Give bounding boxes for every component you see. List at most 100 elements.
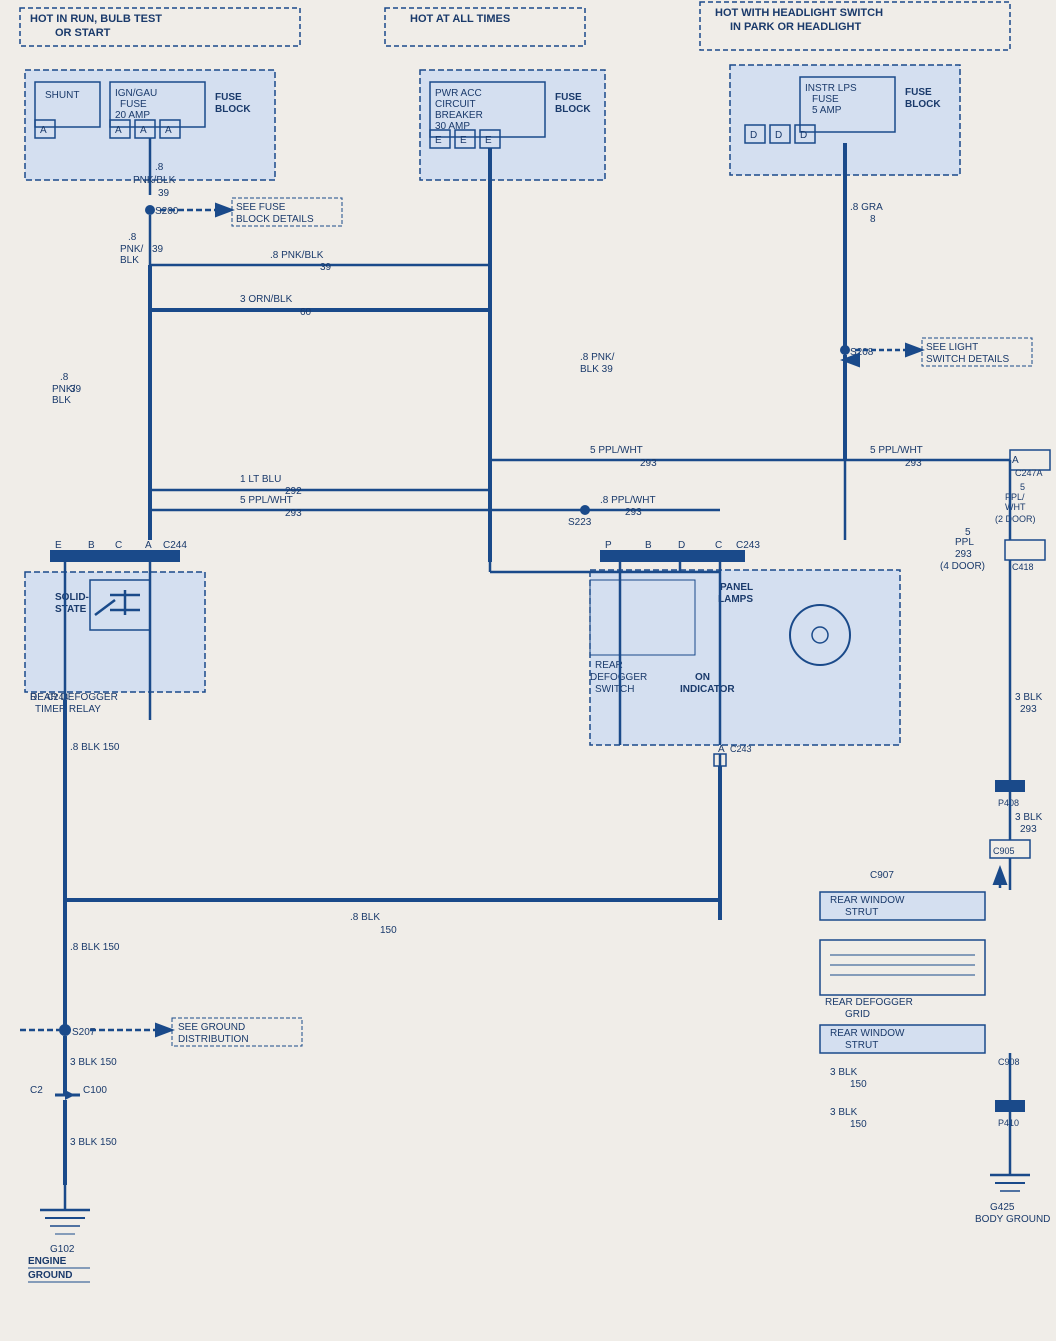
svg-text:GRID: GRID: [845, 1009, 870, 1020]
svg-text:D: D: [800, 130, 807, 141]
svg-text:39: 39: [320, 262, 332, 273]
svg-text:FUSE: FUSE: [215, 92, 242, 103]
svg-text:P408: P408: [998, 798, 1019, 808]
svg-text:5 PPL/WHT: 5 PPL/WHT: [240, 495, 293, 506]
svg-text:FUSE: FUSE: [120, 99, 147, 110]
svg-text:C418: C418: [1012, 562, 1034, 572]
svg-text:A: A: [165, 125, 172, 136]
svg-text:PNK/: PNK/: [120, 244, 144, 255]
svg-text:3 ORN/BLK: 3 ORN/BLK: [240, 294, 293, 305]
svg-text:BLK: BLK: [120, 255, 139, 266]
svg-text:HOT IN RUN, BULB TEST: HOT IN RUN, BULB TEST: [30, 13, 162, 25]
svg-text:.8: .8: [128, 232, 137, 243]
svg-text:150: 150: [850, 1119, 867, 1130]
svg-text:SWITCH DETAILS: SWITCH DETAILS: [926, 354, 1009, 365]
svg-text:DISTRIBUTION: DISTRIBUTION: [178, 1034, 249, 1045]
svg-text:3 BLK: 3 BLK: [830, 1067, 858, 1078]
svg-text:REAR WINDOW: REAR WINDOW: [830, 895, 905, 906]
svg-text:C243: C243: [730, 744, 752, 754]
svg-text:E: E: [55, 540, 62, 551]
svg-text:BLK: BLK: [52, 395, 71, 406]
svg-text:REAR: REAR: [595, 660, 623, 671]
svg-text:3 BLK: 3 BLK: [1015, 692, 1043, 703]
svg-text:D: D: [750, 130, 757, 141]
svg-text:A: A: [1012, 455, 1019, 466]
svg-text:GROUND: GROUND: [28, 1270, 72, 1281]
svg-text:.8 BLK 150: .8 BLK 150: [70, 942, 120, 953]
svg-text:HOT WITH HEADLIGHT SWITCH: HOT WITH HEADLIGHT SWITCH: [715, 7, 883, 19]
svg-text:.8 GRA: .8 GRA: [850, 202, 883, 213]
svg-text:293: 293: [625, 507, 642, 518]
svg-text:293: 293: [955, 549, 972, 560]
svg-text:S223: S223: [568, 517, 592, 528]
svg-text:OR START: OR START: [55, 27, 111, 39]
svg-text:G102: G102: [50, 1244, 75, 1255]
svg-text:A: A: [115, 125, 122, 136]
svg-text:CIRCUIT: CIRCUIT: [435, 99, 476, 110]
svg-text:A: A: [145, 540, 152, 551]
svg-text:B: B: [88, 540, 95, 551]
svg-text:.8 BLK 150: .8 BLK 150: [70, 742, 120, 753]
svg-text:39: 39: [70, 384, 82, 395]
svg-text:BODY GROUND: BODY GROUND: [975, 1214, 1050, 1225]
svg-text:BLOCK: BLOCK: [215, 104, 251, 115]
svg-text:S200: S200: [155, 206, 179, 217]
svg-text:39: 39: [152, 244, 164, 255]
svg-text:SEE FUSE: SEE FUSE: [236, 202, 286, 213]
svg-text:D: D: [678, 540, 685, 551]
svg-text:150: 150: [850, 1079, 867, 1090]
svg-text:SHUNT: SHUNT: [45, 90, 79, 101]
svg-text:293: 293: [640, 458, 657, 469]
svg-text:BLOCK: BLOCK: [905, 99, 941, 110]
svg-text:FUSE: FUSE: [555, 92, 582, 103]
svg-text:REAR DEFOGGER: REAR DEFOGGER: [825, 997, 913, 1008]
svg-text:(2 DOOR): (2 DOOR): [995, 514, 1036, 524]
svg-text:D: D: [30, 692, 37, 703]
svg-text:.8 PNK/: .8 PNK/: [580, 352, 615, 363]
svg-text:WHT: WHT: [1005, 502, 1026, 512]
svg-text:E: E: [485, 135, 492, 146]
svg-text:(4 DOOR): (4 DOOR): [940, 561, 985, 572]
svg-text:.8: .8: [60, 372, 69, 383]
svg-text:INDICATOR: INDICATOR: [680, 684, 735, 695]
svg-text:.8 PPL/WHT: .8 PPL/WHT: [600, 495, 656, 506]
svg-text:293: 293: [285, 508, 302, 519]
svg-text:.8 PNK/BLK: .8 PNK/BLK: [270, 250, 324, 261]
svg-text:5: 5: [1020, 482, 1025, 492]
svg-text:PWR ACC: PWR ACC: [435, 88, 482, 99]
svg-text:C905: C905: [993, 846, 1015, 856]
svg-text:39: 39: [158, 188, 170, 199]
svg-text:3 BLK 150: 3 BLK 150: [70, 1057, 117, 1068]
svg-text:5 PPL/WHT: 5 PPL/WHT: [870, 445, 923, 456]
svg-text:293: 293: [1020, 704, 1037, 715]
svg-text:C: C: [715, 540, 722, 551]
svg-text:3 BLK: 3 BLK: [1015, 812, 1043, 823]
svg-text:FUSE: FUSE: [812, 94, 839, 105]
svg-text:.8 BLK: .8 BLK: [350, 912, 380, 923]
svg-text:FUSE: FUSE: [905, 87, 932, 98]
svg-text:STATE: STATE: [55, 604, 87, 615]
svg-text:BLK 39: BLK 39: [580, 364, 613, 375]
svg-text:B: B: [645, 540, 652, 551]
wiring-diagram: text { font-family: Arial, sans-serif; f…: [0, 0, 1056, 1341]
svg-text:BLOCK: BLOCK: [555, 104, 591, 115]
svg-text:P: P: [605, 540, 612, 551]
svg-text:REAR WINDOW: REAR WINDOW: [830, 1028, 905, 1039]
svg-text:INSTR LPS: INSTR LPS: [805, 83, 857, 94]
svg-text:S207: S207: [72, 1027, 96, 1038]
svg-text:SEE GROUND: SEE GROUND: [178, 1022, 245, 1033]
svg-text:293: 293: [1020, 824, 1037, 835]
svg-text:C247A: C247A: [1015, 468, 1043, 478]
svg-text:E: E: [435, 135, 442, 146]
svg-text:.8: .8: [155, 162, 164, 173]
svg-text:LAMPS: LAMPS: [718, 594, 753, 605]
svg-text:293: 293: [905, 458, 922, 469]
svg-text:A: A: [140, 125, 147, 136]
svg-text:P410: P410: [998, 1118, 1019, 1128]
svg-text:60: 60: [300, 307, 312, 318]
svg-text:D: D: [775, 130, 782, 141]
svg-text:TIMER RELAY: TIMER RELAY: [35, 704, 101, 715]
svg-text:E: E: [460, 135, 467, 146]
svg-text:C244: C244: [163, 540, 187, 551]
svg-text:STRUT: STRUT: [845, 907, 878, 918]
